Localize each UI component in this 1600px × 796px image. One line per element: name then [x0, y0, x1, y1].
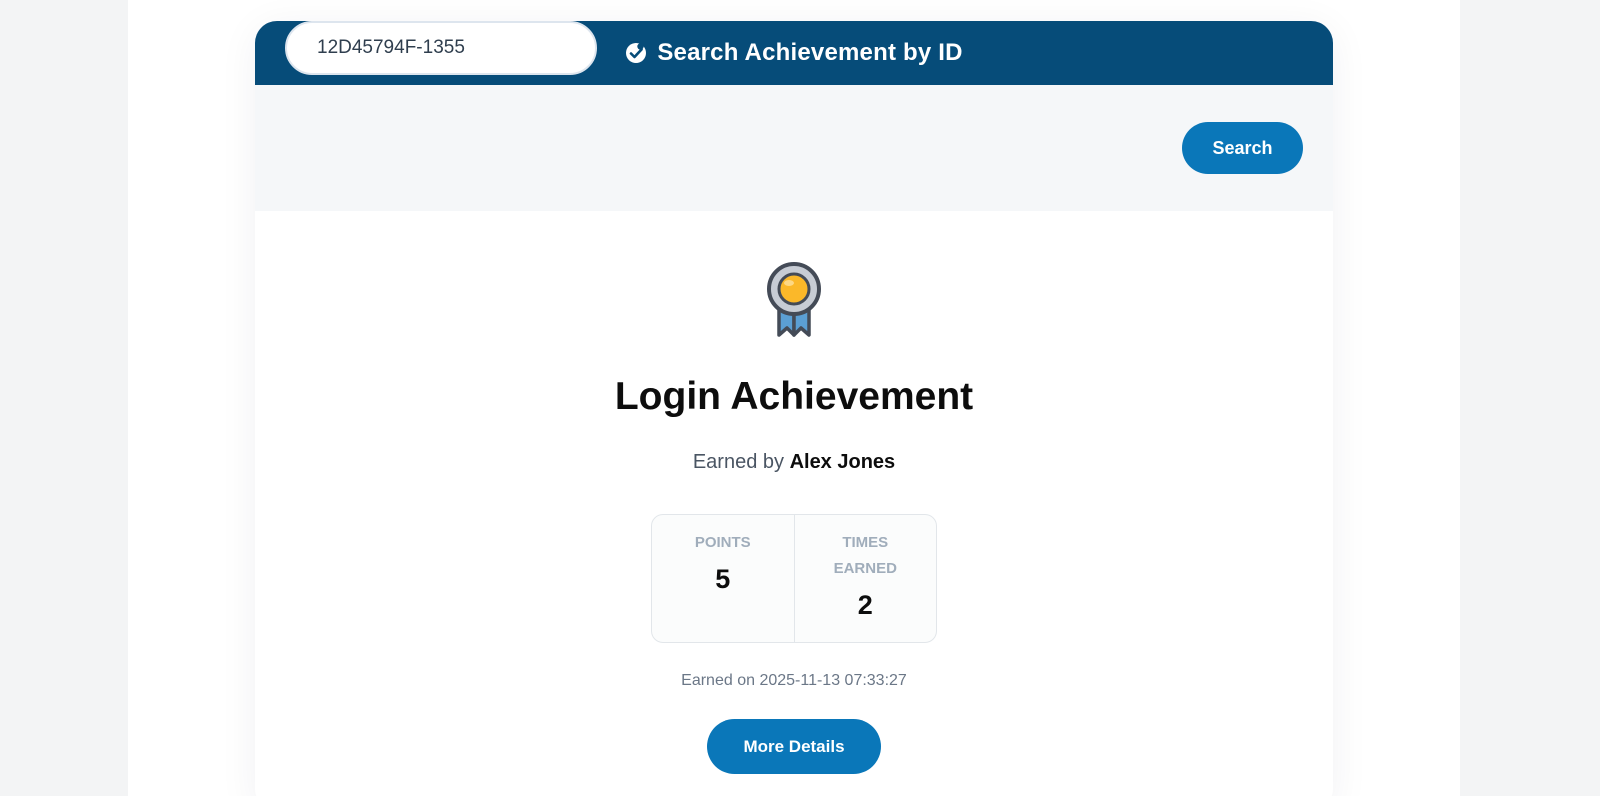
earned-by-label: Earned by: [692, 451, 784, 473]
achievement-title: Login Achievement: [614, 375, 974, 418]
earned-by-line: Earned by Alex Jones: [255, 451, 1333, 474]
times-earned-label: Times Earned: [833, 534, 897, 577]
page-title: Search Achievement by ID: [657, 39, 963, 66]
stat-points: Points 5: [652, 515, 794, 642]
achievement-id-input[interactable]: [285, 21, 597, 75]
search-button[interactable]: Search: [1182, 122, 1303, 174]
points-value: 5: [715, 564, 731, 594]
medal-icon: [767, 262, 821, 337]
times-earned-value: 2: [857, 590, 873, 620]
achievement-search-card: Search Achievement by ID Search Login Ac…: [255, 21, 1333, 796]
badge-check-icon: [625, 42, 647, 64]
earned-on-date: Earned on 2025-11-13 07:33:27: [681, 672, 907, 689]
earned-by-name: Alex Jones: [789, 451, 896, 473]
points-label: Points: [694, 534, 751, 551]
search-bar: Search: [255, 21, 1333, 211]
stats-box: Points 5 Times Earned 2: [651, 514, 937, 643]
more-details-button[interactable]: More Details: [707, 719, 881, 774]
stat-times-earned: Times Earned 2: [793, 515, 937, 642]
